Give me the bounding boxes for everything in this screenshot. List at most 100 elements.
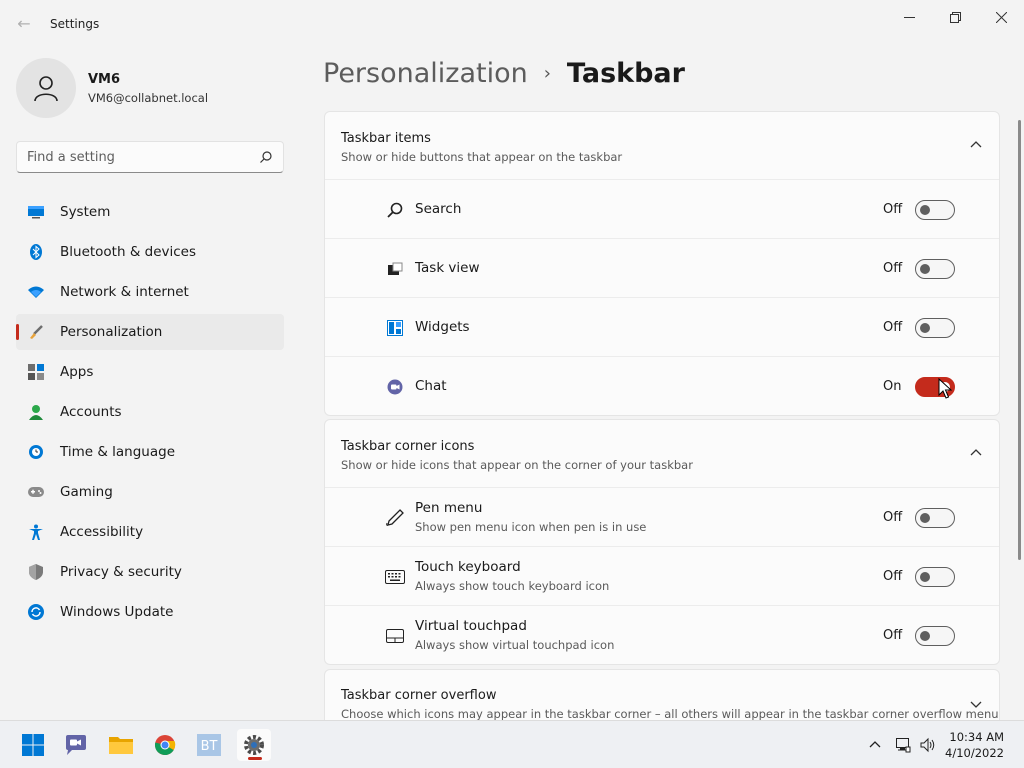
active-app-indicator (248, 757, 262, 760)
task-view-icon (385, 259, 405, 279)
corner-icons-section: Taskbar corner icons Show or hide icons … (324, 419, 1000, 665)
chevron-down-icon[interactable] (969, 697, 983, 711)
taskbar-chat[interactable] (59, 729, 93, 761)
toggle-state-text: Off (883, 261, 903, 276)
toggle-knob (920, 631, 930, 641)
breadcrumb-parent[interactable]: Personalization (323, 58, 528, 89)
toggle-knob (920, 264, 930, 274)
sidebar-item-network[interactable]: Network & internet (16, 274, 284, 310)
section-title: Taskbar corner overflow (341, 688, 497, 703)
setting-label: Touch keyboard (415, 559, 521, 575)
page-title: Taskbar (566, 58, 685, 89)
search-box (16, 141, 284, 173)
toggle-state-text: On (883, 379, 902, 394)
section-title: Taskbar corner icons (341, 439, 475, 454)
restore-button[interactable] (932, 6, 978, 28)
avatar (16, 58, 76, 118)
taskbar-chrome[interactable] (148, 729, 182, 761)
search-icon[interactable] (259, 150, 273, 164)
clock-date: 4/10/2022 (945, 746, 1004, 760)
taskbar-items-header[interactable]: Taskbar items Show or hide buttons that … (325, 112, 999, 180)
sidebar-item-personalization[interactable]: Personalization (16, 314, 284, 350)
section-description: Choose which icons may appear in the tas… (341, 707, 999, 721)
minimize-button[interactable] (886, 6, 932, 28)
clock-time: 10:34 AM (949, 730, 1004, 744)
sidebar-item-gaming[interactable]: Gaming (16, 474, 284, 510)
scrollbar[interactable] (1018, 120, 1021, 560)
clock-globe-icon (28, 444, 44, 460)
toggle-state-text: Off (883, 569, 903, 584)
start-button[interactable] (16, 729, 50, 761)
sidebar-item-label: Apps (60, 364, 94, 380)
chat-icon (385, 377, 405, 397)
bluetooth-icon (28, 244, 44, 260)
chevron-up-icon[interactable] (969, 446, 983, 460)
user-profile[interactable]: VM6 VM6@collabnet.local (16, 58, 276, 118)
brush-icon (28, 324, 44, 340)
section-description: Show or hide buttons that appear on the … (341, 150, 623, 164)
toggle-state-text: Off (883, 510, 903, 525)
toggle-state-text: Off (883, 202, 903, 217)
setting-label: Virtual touchpad (415, 618, 527, 634)
update-icon (28, 604, 44, 620)
setting-row-widgets: Widgets Off (325, 298, 999, 357)
breadcrumb: Personalization › Taskbar (323, 58, 685, 89)
sidebar-item-label: Privacy & security (60, 564, 182, 580)
sidebar-item-apps[interactable]: Apps (16, 354, 284, 390)
system-icon (28, 204, 44, 220)
setting-row-chat: Chat On (325, 357, 999, 415)
widgets-toggle[interactable] (915, 318, 955, 338)
search-input[interactable] (17, 142, 237, 172)
apps-icon (28, 364, 44, 380)
chat-icon (66, 735, 86, 755)
sidebar-item-accounts[interactable]: Accounts (16, 394, 284, 430)
taskbar-file-explorer[interactable] (104, 729, 138, 761)
profile-name: VM6 (88, 72, 121, 87)
taskbar-items-section: Taskbar items Show or hide buttons that … (324, 111, 1000, 416)
search-icon (385, 200, 405, 220)
network-icon[interactable] (895, 737, 911, 753)
sidebar-item-label: Network & internet (60, 284, 189, 300)
gamepad-icon (28, 484, 44, 500)
accounts-icon (28, 404, 44, 420)
virtual-touchpad-toggle[interactable] (915, 626, 955, 646)
close-icon (995, 11, 1007, 23)
setting-description: Show pen menu icon when pen is in use (415, 520, 647, 534)
taskbar-clock[interactable]: 10:34 AM 4/10/2022 (945, 729, 1004, 761)
setting-label: Widgets (415, 319, 470, 335)
windows-start-icon (22, 734, 44, 756)
touchpad-icon (385, 626, 405, 646)
setting-label: Task view (415, 260, 480, 276)
setting-row-search: Search Off (325, 180, 999, 239)
touch-keyboard-toggle[interactable] (915, 567, 955, 587)
wifi-icon (28, 284, 44, 300)
back-arrow-icon[interactable]: ← (12, 12, 36, 36)
taskbar-app-bt[interactable]: BT (192, 729, 226, 761)
sidebar-item-privacy-security[interactable]: Privacy & security (16, 554, 284, 590)
search-toggle[interactable] (915, 200, 955, 220)
settings-icon (244, 735, 264, 755)
sidebar-item-windows-update[interactable]: Windows Update (16, 594, 284, 630)
chevron-up-icon[interactable] (867, 737, 883, 753)
sidebar-item-system[interactable]: System (16, 194, 284, 230)
close-button[interactable] (978, 6, 1024, 28)
setting-row-task-view: Task view Off (325, 239, 999, 298)
sidebar-item-bluetooth[interactable]: Bluetooth & devices (16, 234, 284, 270)
title-bar: ← Settings (0, 0, 1024, 48)
sidebar-item-time-language[interactable]: Time & language (16, 434, 284, 470)
task-view-toggle[interactable] (915, 259, 955, 279)
setting-row-virtual-touchpad: Virtual touchpad Always show virtual tou… (325, 606, 999, 664)
pen-menu-toggle[interactable] (915, 508, 955, 528)
breadcrumb-separator: › (543, 63, 551, 84)
volume-icon[interactable] (920, 737, 936, 753)
taskbar-settings[interactable] (237, 729, 271, 761)
chevron-up-icon[interactable] (969, 138, 983, 152)
sidebar-item-accessibility[interactable]: Accessibility (16, 514, 284, 550)
sidebar-item-label: Windows Update (60, 604, 174, 620)
sidebar-item-label: Bluetooth & devices (60, 244, 197, 260)
sidebar-nav: System Bluetooth & devices Network & int… (16, 194, 284, 634)
setting-row-touch-keyboard: Touch keyboard Always show touch keyboar… (325, 547, 999, 606)
widgets-icon (385, 318, 405, 338)
corner-icons-header[interactable]: Taskbar corner icons Show or hide icons … (325, 420, 999, 488)
sidebar-item-label: Personalization (60, 324, 163, 340)
